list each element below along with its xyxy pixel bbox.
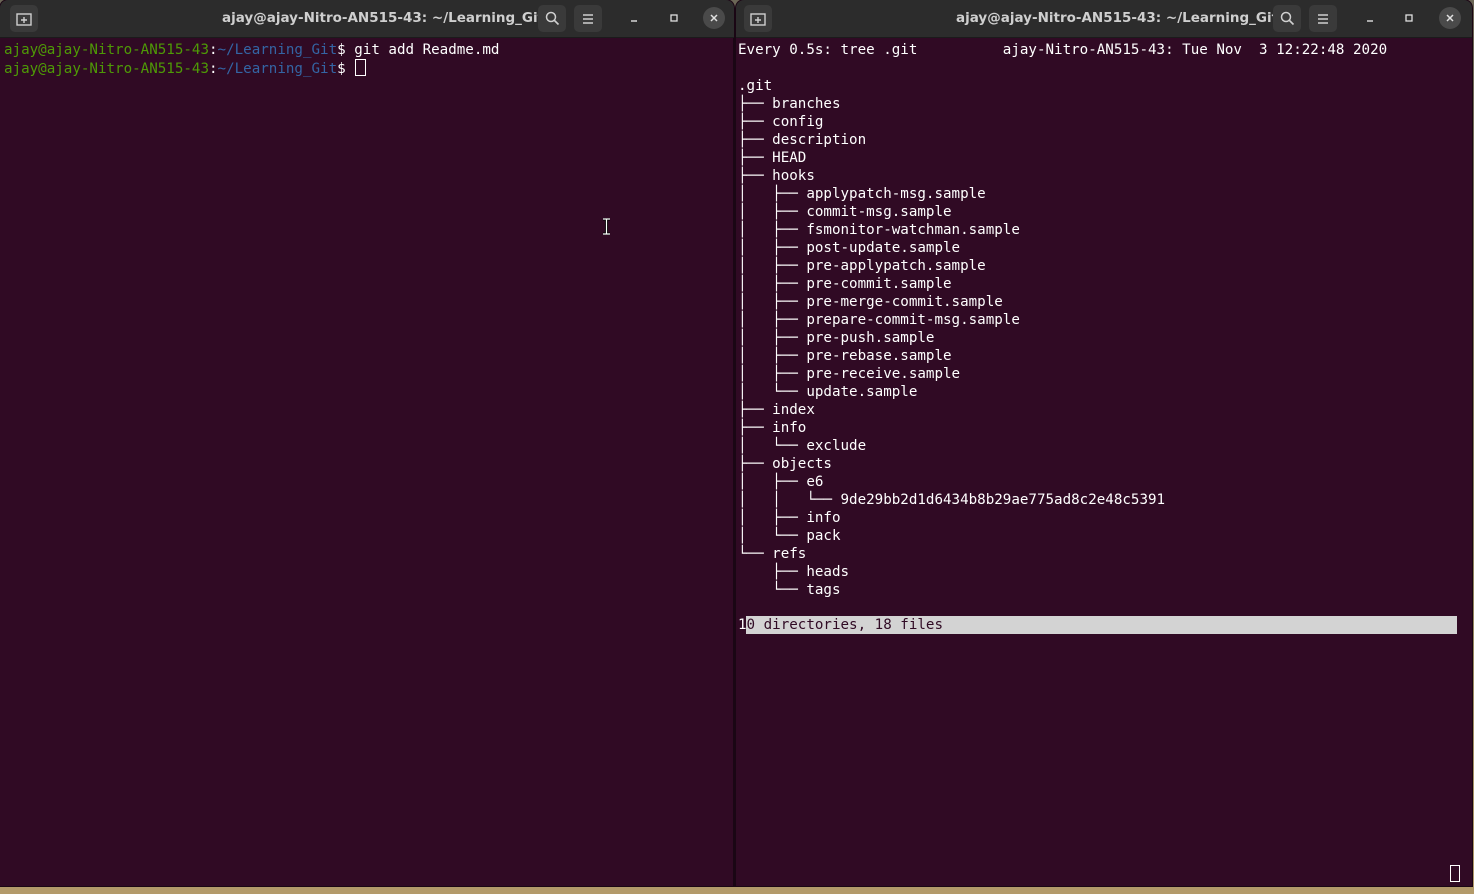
tree-line: ├── hooks	[738, 168, 815, 184]
prompt-user: ajay@ajay-Nitro-AN515-43	[4, 61, 209, 77]
tree-line: └── refs	[738, 546, 807, 562]
text-cursor	[1450, 865, 1460, 882]
tree-line: │ ├── pre-commit.sample	[738, 276, 952, 292]
hamburger-menu-icon[interactable]	[1309, 5, 1337, 32]
tree-line: ├── branches	[738, 96, 841, 112]
tree-line: ├── info	[738, 420, 807, 436]
search-icon[interactable]	[1273, 5, 1301, 32]
terminal-window-left[interactable]: ajay@ajay-Nitro-AN515-43: ~/Learning_Git…	[0, 0, 734, 886]
ibeam-cursor-icon	[551, 200, 611, 258]
tree-line: ├── index	[738, 402, 815, 418]
prompt-user: ajay@ajay-Nitro-AN515-43	[4, 42, 209, 58]
maximize-icon[interactable]	[1398, 7, 1420, 29]
terminal-body[interactable]: ajay@ajay-Nitro-AN515-43:~/Learning_Git$…	[0, 38, 734, 886]
window-title: ajay@ajay-Nitro-AN515-43: ~/Learning_Git	[956, 10, 1279, 26]
tree-line: │ ├── prepare-commit-msg.sample	[738, 312, 1020, 328]
title-bar[interactable]: ajay@ajay-Nitro-AN515-43: ~/Learning_Git	[736, 0, 1472, 38]
tree-line: │ ├── pre-receive.sample	[738, 366, 961, 382]
prompt-path: ~/Learning_Git	[217, 61, 338, 77]
new-tab-icon[interactable]	[10, 5, 38, 32]
close-icon[interactable]	[703, 7, 725, 29]
tree-line: │ ├── post-update.sample	[738, 240, 961, 256]
minimize-icon[interactable]	[623, 7, 645, 29]
command-text: git add Readme.md	[354, 42, 500, 58]
tree-line: ├── description	[738, 132, 867, 148]
new-tab-icon[interactable]	[744, 5, 772, 32]
hamburger-menu-icon[interactable]	[574, 5, 602, 32]
tree-line: │ ├── e6	[738, 474, 824, 490]
tree-line: │ ├── pre-rebase.sample	[738, 348, 952, 364]
tree-line: │ ├── pre-applypatch.sample	[738, 258, 986, 274]
tree-line: │ │ └── 9de29bb2d1d6434b8b29ae775ad8c2e4…	[738, 492, 1166, 508]
tree-line: └── tags	[738, 582, 841, 598]
search-icon[interactable]	[538, 5, 566, 32]
tree-line: │ └── pack	[738, 528, 841, 544]
prompt-path: ~/Learning_Git	[217, 42, 338, 58]
maximize-icon[interactable]	[663, 7, 685, 29]
prompt-symbol: $	[337, 42, 355, 58]
close-icon[interactable]	[1439, 7, 1461, 29]
terminal-line: ajay@ajay-Nitro-AN515-43:~/Learning_Git$…	[4, 41, 499, 59]
tree-line: ├── heads	[738, 564, 850, 580]
watch-header: Every 0.5s: tree .git ajay-Nitro-AN515-4…	[738, 42, 1388, 58]
title-bar[interactable]: ajay@ajay-Nitro-AN515-43: ~/Learning_Git	[0, 0, 734, 38]
text-cursor	[355, 59, 367, 76]
terminal-body[interactable]: Every 0.5s: tree .git ajay-Nitro-AN515-4…	[736, 38, 1472, 886]
tree-line: │ ├── fsmonitor-watchman.sample	[738, 222, 1020, 238]
tree-line: .git	[738, 78, 773, 94]
tree-line: │ └── update.sample	[738, 384, 918, 400]
summary-text: 0 directories, 18 files	[746, 617, 944, 633]
window-title: ajay@ajay-Nitro-AN515-43: ~/Learning_Git	[222, 10, 545, 26]
tree-line: │ ├── pre-merge-commit.sample	[738, 294, 1003, 310]
tree-line: │ ├── info	[738, 510, 841, 526]
tree-line: ├── config	[738, 114, 824, 130]
tree-line: ├── HEAD	[738, 150, 807, 166]
tree-line: ├── objects	[738, 456, 832, 472]
terminal-window-right[interactable]: ajay@ajay-Nitro-AN515-43: ~/Learning_Git…	[736, 0, 1472, 886]
tree-line: │ ├── commit-msg.sample	[738, 204, 952, 220]
tree-line: │ ├── applypatch-msg.sample	[738, 186, 986, 202]
prompt-symbol: $	[337, 61, 355, 77]
tree-line: │ ├── pre-push.sample	[738, 330, 935, 346]
minimize-icon[interactable]	[1359, 7, 1381, 29]
tree-line: │ └── exclude	[738, 438, 867, 454]
tree-summary: 10 directories, 18 files	[738, 616, 943, 634]
summary-first-char: 1	[738, 617, 747, 633]
terminal-line: ajay@ajay-Nitro-AN515-43:~/Learning_Git$	[4, 59, 367, 77]
prompt-separator: :	[209, 42, 218, 58]
prompt-separator: :	[209, 61, 218, 77]
